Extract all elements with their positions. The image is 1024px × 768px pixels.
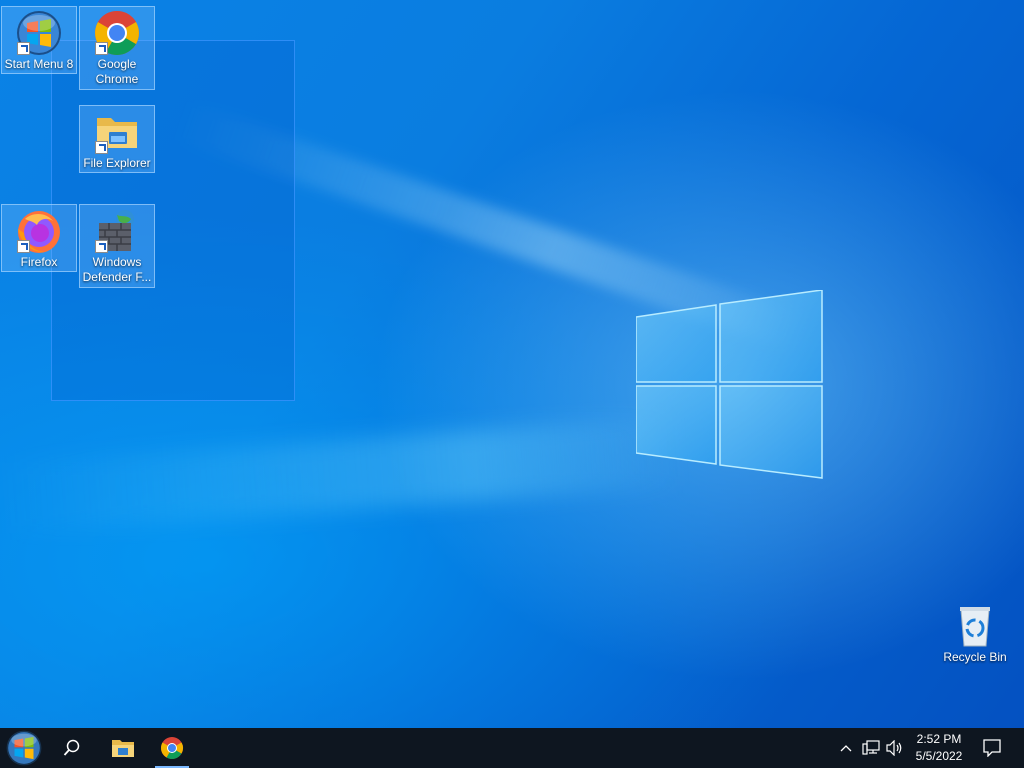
desktop-icon-start-menu-8[interactable]: Start Menu 8	[1, 6, 77, 74]
desktop-icon-windows-defender-firewall[interactable]: Windows Defender F...	[79, 204, 155, 288]
desktop-icon-firefox[interactable]: Firefox	[1, 204, 77, 272]
desktop-icon-label: File Explorer	[83, 156, 151, 170]
action-center-button[interactable]	[976, 728, 1008, 768]
folder-icon	[112, 740, 134, 757]
volume-icon	[886, 740, 902, 756]
chevron-up-icon	[840, 745, 852, 752]
taskbar-clock[interactable]: 2:52 PM 5/5/2022	[906, 731, 972, 765]
clock-date: 5/5/2022	[915, 749, 963, 763]
firewall-icon	[93, 207, 141, 255]
recycle-bin-icon	[951, 602, 999, 650]
network-status-button[interactable]	[860, 728, 882, 768]
folder-icon	[93, 108, 141, 156]
search-button[interactable]	[50, 728, 94, 768]
show-hidden-icons-button[interactable]	[836, 728, 856, 768]
taskbar: 2:52 PM 5/5/2022	[0, 728, 1024, 768]
desktop-icon-recycle-bin[interactable]: Recycle Bin	[937, 600, 1013, 670]
search-icon	[63, 739, 80, 756]
start-orb-icon	[15, 9, 63, 57]
desktop-icon-label: Recycle Bin	[943, 650, 1007, 664]
start-orb-icon	[6, 730, 42, 766]
start-button[interactable]	[0, 728, 48, 768]
volume-button[interactable]	[884, 728, 906, 768]
clock-time: 2:52 PM	[916, 732, 962, 746]
chrome-icon	[93, 9, 141, 57]
file-explorer-button[interactable]	[100, 728, 146, 768]
chrome-icon	[161, 737, 183, 759]
desktop-icon-label: Google Chrome	[95, 57, 139, 86]
desktop-icon-label: Firefox	[20, 255, 58, 269]
windows-logo	[636, 290, 823, 479]
desktop-icon-label: Windows Defender F...	[82, 255, 152, 284]
chrome-button[interactable]	[151, 728, 193, 768]
network-icon	[862, 740, 880, 755]
desktop-icon-google-chrome[interactable]: Google Chrome	[79, 6, 155, 90]
desktop-icon-file-explorer[interactable]: File Explorer	[79, 105, 155, 173]
firefox-icon	[15, 207, 63, 255]
light-beam	[0, 416, 682, 534]
notification-icon	[983, 739, 1001, 757]
desktop-icon-label: Start Menu 8	[4, 57, 74, 71]
